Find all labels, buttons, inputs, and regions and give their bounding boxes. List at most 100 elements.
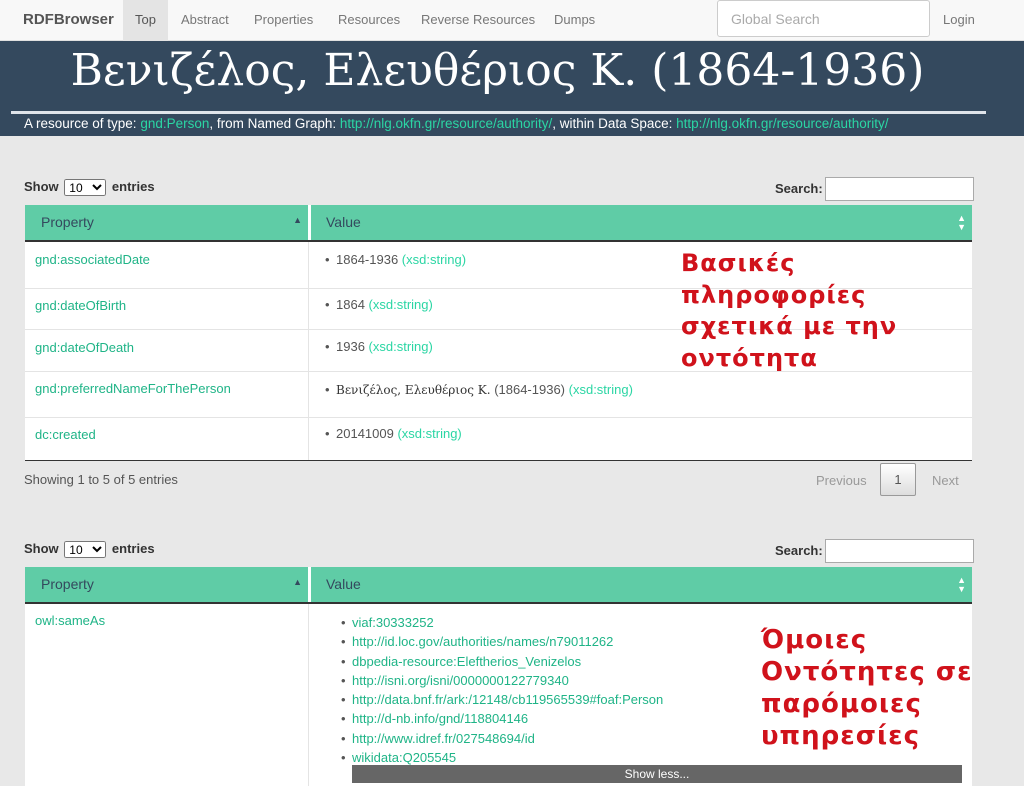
nav-item-reverse-resources[interactable]: Reverse Resources — [409, 0, 547, 41]
header-divider — [11, 111, 986, 114]
property-value: • 20141009 (xsd:string) — [309, 426, 462, 441]
table1-bottom-border — [25, 460, 972, 461]
value-text: 1864 — [336, 297, 365, 312]
table1-length-select[interactable]: 10 — [64, 179, 107, 197]
annotation-line: οντότητα — [681, 343, 818, 372]
nav-item-resources[interactable]: Resources — [326, 0, 412, 41]
bullet-icon: • — [341, 692, 346, 708]
annotation-line: Οντότητες σε — [761, 657, 973, 687]
bullet-icon: • — [341, 672, 346, 688]
property-link[interactable]: gnd:associatedDate — [25, 242, 309, 288]
annotation-line: Όμοιες — [761, 625, 868, 655]
bullet-icon: • — [325, 339, 330, 354]
nav-item-abstract[interactable]: Abstract — [169, 0, 241, 41]
property-link[interactable]: gnd:dateOfDeath — [25, 330, 309, 371]
nav-item-properties[interactable]: Properties — [242, 0, 325, 41]
property-link[interactable]: owl:sameAs — [25, 604, 309, 786]
sort-both-icon: ▲ ▼ — [957, 212, 966, 232]
subtitle-graph-label: , from Named Graph: — [209, 116, 340, 131]
pagination-next[interactable]: Next — [932, 473, 959, 488]
property-link[interactable]: gnd:dateOfBirth — [25, 289, 309, 329]
table-row: dc:created • 20141009 (xsd:string) — [25, 418, 972, 460]
datatype-link[interactable]: (xsd:string) — [369, 339, 433, 354]
bullet-icon: • — [341, 653, 346, 669]
bullet-icon: • — [341, 634, 346, 650]
list-item[interactable]: • dbpedia-resource:Eleftherios_Venizelos — [309, 652, 663, 671]
list-item[interactable]: • http://www.idref.fr/027548694/id — [309, 729, 663, 748]
column-header-label: Value — [326, 576, 361, 592]
login-link[interactable]: Login — [943, 0, 975, 41]
entries-label: entries — [111, 179, 155, 194]
column-header-label: Property — [41, 576, 94, 592]
nav-item-top[interactable]: Top — [123, 0, 168, 41]
named-graph-link[interactable]: http://nlg.okfn.gr/resource/authority/ — [340, 116, 552, 131]
bullet-icon: • — [341, 750, 346, 766]
property-link[interactable]: dc:created — [25, 418, 309, 460]
column-header-value[interactable]: Value ▲ ▼ — [309, 205, 972, 240]
subtitle-space-label: , within Data Space: — [552, 116, 677, 131]
table2-length-select[interactable]: 10 — [64, 541, 107, 559]
list-item[interactable]: • http://data.bnf.fr/ark:/12148/cb1195655… — [309, 690, 663, 709]
property-value: • 1864 (xsd:string) — [309, 297, 433, 312]
column-header-value[interactable]: Value ▲ ▼ — [309, 567, 972, 602]
sort-both-icon: ▲ ▼ — [957, 574, 966, 594]
same-as-link[interactable]: http://isni.org/isni/0000000122779340 — [352, 673, 569, 688]
table1-search-input[interactable] — [825, 177, 974, 201]
list-item[interactable]: • http://isni.org/isni/0000000122779340 — [309, 671, 663, 690]
property-value: • 1864-1936 (xsd:string) — [309, 252, 466, 267]
show-less-button[interactable]: Show less... — [352, 765, 962, 783]
annotation-basic-info: Βασικές πληροφορίες σχετικά με την οντότ… — [681, 248, 897, 374]
global-search-input[interactable] — [717, 0, 930, 37]
show-label: Show — [24, 179, 59, 194]
datatype-link[interactable]: (xsd:string) — [369, 297, 433, 312]
brand-logo[interactable]: RDFBrowser — [23, 11, 114, 28]
same-as-link[interactable]: http://d-nb.info/gnd/118804146 — [352, 711, 528, 726]
value-text: Βενιζέλος, Ελευθέριος Κ. — [336, 383, 491, 397]
bullet-icon: • — [325, 252, 330, 267]
annotation-line: σχετικά με την — [681, 312, 898, 340]
datatype-link[interactable]: (xsd:string) — [569, 382, 633, 397]
column-header-property[interactable]: Property ▲ — [25, 205, 309, 240]
bullet-icon: • — [341, 711, 346, 727]
table1-search-label: Search: — [775, 181, 823, 196]
bullet-icon: • — [325, 297, 330, 312]
list-item[interactable]: • viaf:30333252 — [309, 613, 663, 632]
data-space-link[interactable]: http://nlg.okfn.gr/resource/authority/ — [676, 116, 888, 131]
value-text: 1864-1936 — [336, 252, 399, 267]
same-as-link[interactable]: http://www.idref.fr/027548694/id — [352, 731, 535, 746]
list-item[interactable]: • http://d-nb.info/gnd/118804146 — [309, 709, 663, 728]
table2-header: Property ▲ Value ▲ ▼ — [25, 567, 972, 604]
top-navbar: RDFBrowser Top Abstract Properties Resou… — [0, 0, 1024, 41]
property-link[interactable]: gnd:preferredNameForThePerson — [25, 372, 309, 417]
sort-asc-icon: ▲ — [293, 577, 302, 587]
column-header-label: Value — [326, 214, 361, 230]
annotation-similar-entities: Όμοιες Οντότητες σε παρόμοιες υπηρεσίες — [761, 624, 973, 752]
same-as-list: • viaf:30333252 • http://id.loc.gov/author… — [309, 613, 663, 767]
value-text-dates: (1864-1936) — [494, 382, 566, 397]
table2-search-input[interactable] — [825, 539, 974, 563]
list-item[interactable]: • http://id.loc.gov/authorities/names/n79… — [309, 632, 663, 651]
resource-subtitle: A resource of type: gnd:Person, from Nam… — [24, 116, 889, 131]
annotation-line: υπηρεσίες — [761, 721, 920, 751]
same-as-link[interactable]: dbpedia-resource:Eleftherios_Venizelos — [352, 654, 581, 669]
datatype-link[interactable]: (xsd:string) — [402, 252, 466, 267]
bullet-icon: • — [341, 615, 346, 630]
datatype-link[interactable]: (xsd:string) — [397, 426, 461, 441]
sort-asc-icon: ▲ — [293, 215, 302, 225]
pagination-page-1[interactable]: 1 — [880, 463, 916, 496]
property-value: • Βενιζέλος, Ελευθέριος Κ. (1864-1936) (x… — [309, 382, 633, 397]
pagination-previous[interactable]: Previous — [816, 473, 867, 488]
table1-info: Showing 1 to 5 of 5 entries — [24, 472, 178, 487]
table2-search-label: Search: — [775, 543, 823, 558]
annotation-line: Βασικές — [681, 249, 796, 277]
resource-type-link[interactable]: gnd:Person — [140, 116, 209, 131]
annotation-line: παρόμοιες — [761, 689, 922, 719]
bullet-icon: • — [325, 382, 330, 397]
nav-item-dumps[interactable]: Dumps — [542, 0, 607, 41]
same-as-link[interactable]: viaf:30333252 — [352, 615, 434, 630]
same-as-link[interactable]: http://data.bnf.fr/ark:/12148/cb11956553… — [352, 692, 663, 707]
table2-length-control: Show 10 entries — [24, 541, 155, 559]
same-as-link[interactable]: http://id.loc.gov/authorities/names/n790… — [352, 634, 613, 649]
column-header-property[interactable]: Property ▲ — [25, 567, 309, 602]
same-as-link[interactable]: wikidata:Q205545 — [352, 750, 456, 765]
